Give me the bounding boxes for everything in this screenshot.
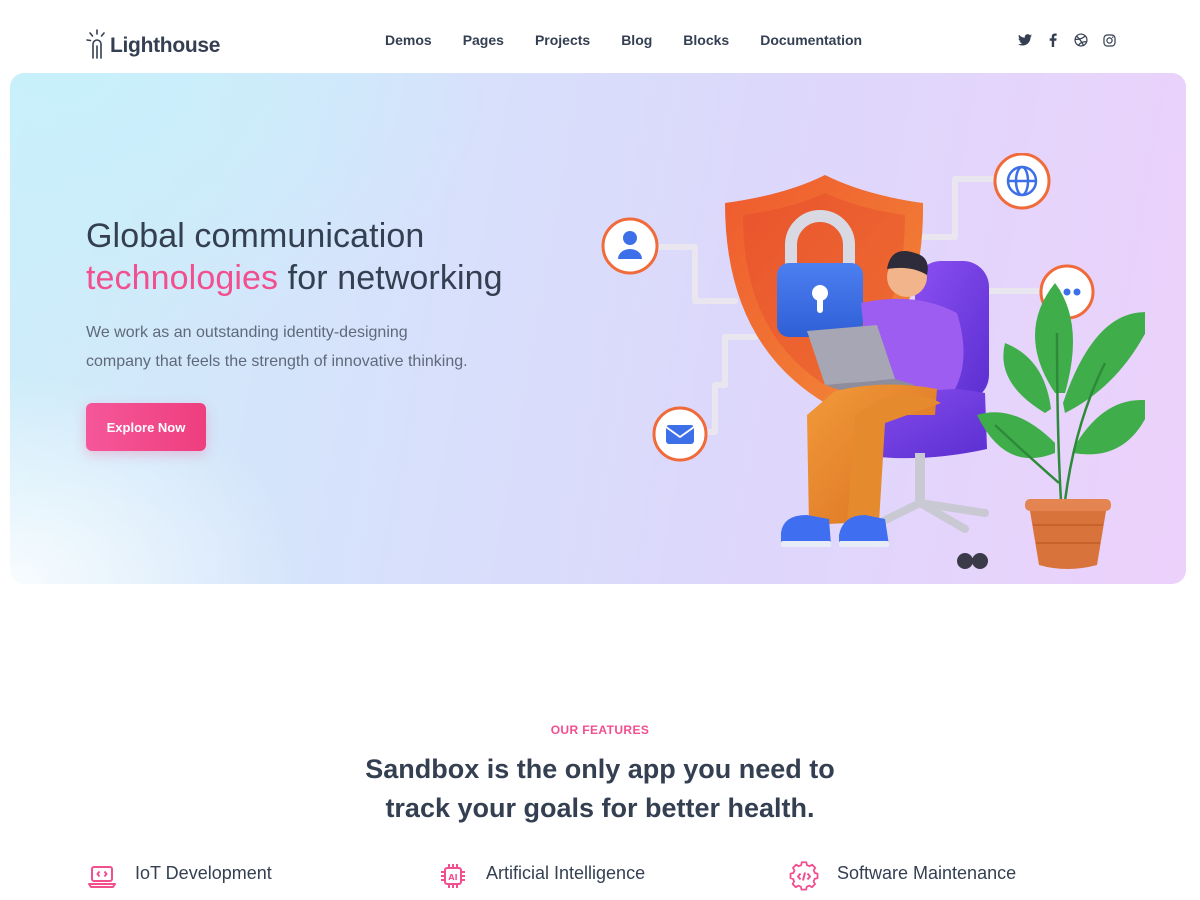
- svg-text:AI: AI: [448, 873, 457, 882]
- hero-description-line2: company that feels the strength of innov…: [86, 353, 468, 370]
- features-title-line1: Sandbox is the only app you need to: [365, 754, 835, 784]
- feature-title: Artificial Intelligence: [486, 863, 646, 883]
- hero-title-rest: for networking: [278, 259, 503, 297]
- hero-description-line1: We work as an outstanding identity-desig…: [86, 324, 408, 341]
- nav-blocks[interactable]: Blocks: [683, 31, 729, 49]
- feature-title: IoT Development: [135, 863, 272, 883]
- logo[interactable]: Lighthouse: [86, 24, 221, 59]
- nav-demos[interactable]: Demos: [385, 31, 432, 49]
- laptop-code-icon: [86, 860, 118, 892]
- social-links: [1017, 32, 1117, 48]
- nav-blog[interactable]: Blog: [621, 31, 652, 49]
- site-header: Lighthouse Demos Pages Projects Blog Blo…: [0, 0, 1200, 74]
- feature-title: Software Maintenance: [837, 863, 1017, 883]
- dribbble-icon[interactable]: [1073, 32, 1089, 48]
- hero-section: Global communication technologies for ne…: [10, 73, 1186, 584]
- feature-artificial-intelligence: AI Artificial Intelligence: [437, 860, 645, 892]
- hero-title: Global communication technologies for ne…: [86, 215, 503, 299]
- features-title-line2: track your goals for better health.: [385, 793, 815, 823]
- main-nav: Demos Pages Projects Blog Blocks Documen…: [385, 31, 862, 49]
- hero-title-accent: technologies: [86, 259, 279, 297]
- explore-now-button[interactable]: Explore Now: [86, 403, 206, 451]
- ai-chip-icon: AI: [437, 860, 469, 892]
- person-with-laptop-security-shield-illustration: [601, 153, 1145, 569]
- logo-text: Lighthouse: [110, 34, 221, 57]
- user-node-icon: [601, 217, 659, 275]
- hero-description: We work as an outstanding identity-desig…: [86, 318, 546, 376]
- facebook-icon[interactable]: [1045, 32, 1061, 48]
- nav-documentation[interactable]: Documentation: [760, 31, 862, 49]
- features-title: Sandbox is the only app you need to trac…: [300, 750, 900, 828]
- nav-projects[interactable]: Projects: [535, 31, 590, 49]
- hero-title-line1: Global communication: [86, 217, 425, 255]
- feature-iot-development: IoT Development: [86, 860, 272, 892]
- feature-software-maintenance: Software Maintenance: [788, 860, 1016, 892]
- globe-node-icon: [993, 153, 1051, 210]
- features-kicker: OUR FEATURES: [550, 723, 650, 737]
- gear-code-icon: [788, 860, 820, 892]
- mail-node-icon: [652, 406, 708, 462]
- nav-pages[interactable]: Pages: [463, 31, 504, 49]
- twitter-icon[interactable]: [1017, 32, 1033, 48]
- lighthouse-logo-icon: [86, 28, 112, 59]
- instagram-icon[interactable]: [1101, 32, 1117, 48]
